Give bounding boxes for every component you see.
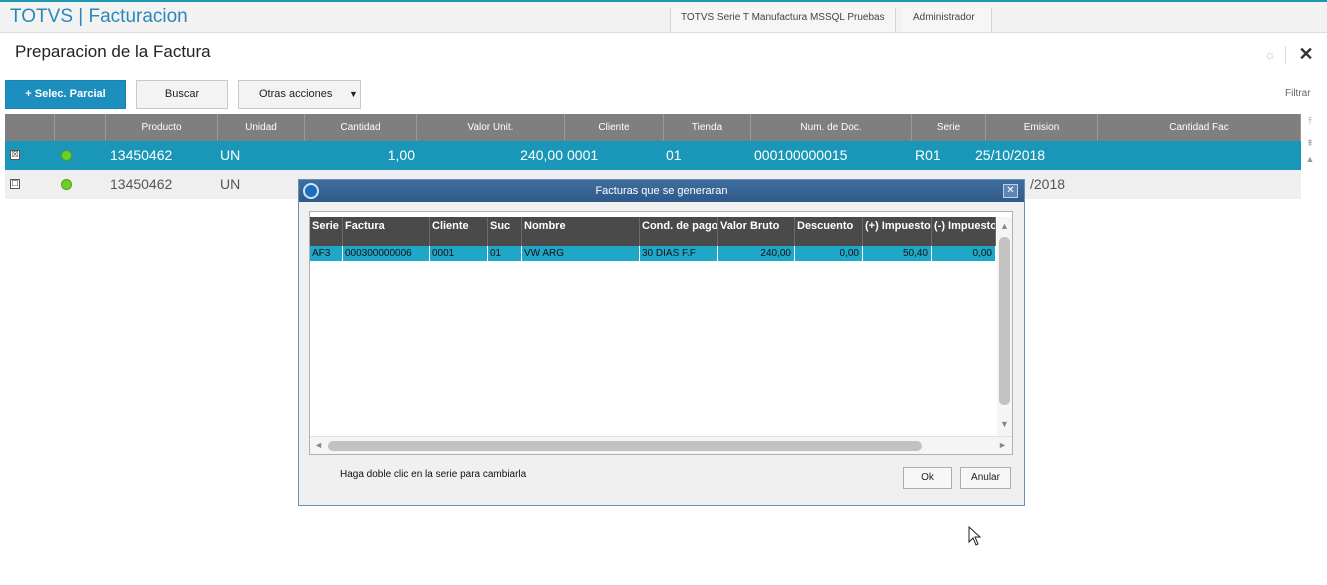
column-header[interactable]: Nombre: [522, 217, 640, 246]
vertical-scrollbar[interactable]: ▲ ▼: [997, 217, 1012, 436]
cell-cantidad: 1,00: [387, 147, 415, 163]
cell-num-doc: 000100000015: [754, 147, 848, 163]
column-header[interactable]: (+) Impuesto: [863, 217, 932, 246]
user-tab[interactable]: Administrador: [903, 8, 992, 32]
dialog-title: Facturas que se generaran: [595, 185, 728, 197]
row-checkbox[interactable]: ☐: [10, 179, 20, 189]
invoices-grid: Serie Factura Cliente Suc Nombre Cond. d…: [309, 211, 1013, 455]
column-header[interactable]: Producto: [106, 114, 218, 141]
cell-factura: 000300000006: [343, 246, 430, 261]
cell-emision: 25/10/2018: [975, 147, 1046, 163]
scroll-up-double-icon[interactable]: ⇞: [1303, 136, 1317, 150]
scroll-top-icon[interactable]: ⤒: [1303, 114, 1317, 128]
scroll-thumb[interactable]: [328, 441, 922, 451]
filter-link[interactable]: Filtrar: [1285, 88, 1311, 99]
table-row[interactable]: ☒ 13450462 UN 1,00 240,00 0001 01 000100…: [5, 141, 1301, 170]
column-header[interactable]: Unidad: [218, 114, 305, 141]
column-header[interactable]: Cantidad Fac: [1098, 114, 1301, 141]
column-header[interactable]: Descuento: [795, 217, 863, 246]
column-header[interactable]: Cliente: [565, 114, 664, 141]
cell-impuesto-menos: 0,00: [932, 246, 996, 261]
cell-emision: /2018: [1030, 176, 1066, 192]
cancel-button[interactable]: Anular: [960, 467, 1011, 489]
column-header[interactable]: Tienda: [664, 114, 751, 141]
cell-serie[interactable]: AF3: [310, 246, 343, 261]
cell-unidad: UN: [220, 147, 241, 163]
scroll-left-icon[interactable]: ◄: [314, 440, 323, 450]
column-header[interactable]: Suc: [488, 217, 522, 246]
other-actions-label: Otras acciones: [259, 88, 333, 100]
cell-suc: 01: [488, 246, 522, 261]
cell-impuesto-mas: 50,40: [863, 246, 932, 261]
page-title: Preparacion de la Factura: [15, 42, 211, 61]
column-header[interactable]: Cond. de pago: [640, 217, 718, 246]
dialog-close-icon[interactable]: ✕: [1003, 184, 1018, 198]
column-status: [55, 114, 106, 141]
cell-valor-bruto: 240,00: [718, 246, 795, 261]
invoice-row[interactable]: AF3 000300000006 0001 01 VW ARG 30 DIAS …: [310, 246, 996, 261]
scroll-right-icon[interactable]: ►: [998, 440, 1007, 450]
cell-nombre: VW ARG: [522, 246, 640, 261]
row-checkbox[interactable]: ☒: [10, 150, 20, 160]
cell-descuento: 0,00: [795, 246, 863, 261]
ok-button[interactable]: Ok: [903, 467, 952, 489]
grid-header: Producto Unidad Cantidad Valor Unit. Cli…: [5, 114, 1301, 141]
mouse-cursor-icon: [968, 526, 982, 546]
column-header[interactable]: Serie: [912, 114, 986, 141]
cell-cliente: 0001: [567, 147, 599, 163]
column-header[interactable]: Valor Bruto: [718, 217, 795, 246]
column-header[interactable]: Factura: [343, 217, 430, 246]
close-icon[interactable]: ✕: [1297, 44, 1315, 64]
status-dot-icon: [61, 179, 72, 190]
column-header[interactable]: Num. de Doc.: [751, 114, 912, 141]
gear-icon[interactable]: ☼: [1263, 48, 1277, 62]
app-title: TOTVS | Facturacion: [10, 6, 188, 27]
column-header[interactable]: Serie: [310, 217, 343, 246]
other-actions-button[interactable]: Otras acciones ▼: [238, 80, 361, 109]
cell-tienda: 01: [666, 147, 682, 163]
partial-select-button[interactable]: + Selec. Parcial: [5, 80, 126, 109]
cell-unidad: UN: [220, 176, 241, 192]
top-accent-line: [0, 0, 1327, 2]
cell-producto: 13450462: [110, 147, 173, 163]
column-check: [5, 114, 55, 141]
column-header[interactable]: Cliente: [430, 217, 488, 246]
chevron-down-icon: ▼: [349, 89, 358, 99]
scroll-up-icon[interactable]: ▲: [1000, 221, 1009, 231]
scroll-down-icon[interactable]: ▼: [1000, 419, 1009, 429]
environment-tab[interactable]: TOTVS Serie T Manufactura MSSQL Pruebas: [670, 8, 896, 32]
horizontal-scrollbar[interactable]: ◄ ►: [310, 436, 1012, 454]
cell-producto: 13450462: [110, 176, 173, 192]
invoices-grid-header: Serie Factura Cliente Suc Nombre Cond. d…: [310, 217, 996, 246]
cell-cliente: 0001: [430, 246, 488, 261]
divider: [1285, 46, 1286, 64]
cell-serie: R01: [915, 147, 941, 163]
column-header[interactable]: Emision: [986, 114, 1098, 141]
dialog-title-bar: Facturas que se generaran: [299, 180, 1024, 202]
search-button[interactable]: Buscar: [136, 80, 228, 109]
grid-scrollbar[interactable]: ⤒ ⇞ ▲: [1303, 114, 1317, 174]
app-logo-icon: [303, 183, 319, 199]
top-bar: [0, 0, 1327, 33]
invoices-dialog: Facturas que se generaran ✕ Serie Factur…: [298, 179, 1025, 506]
scroll-up-icon[interactable]: ▲: [1303, 152, 1317, 166]
status-dot-icon: [61, 150, 72, 161]
dialog-hint: Haga doble clic en la serie para cambiar…: [340, 469, 527, 480]
column-header[interactable]: (-) Impuesto: [932, 217, 996, 246]
cell-valor-unit: 240,00: [520, 147, 563, 163]
cell-cond-pago: 30 DIAS F.F: [640, 246, 718, 261]
scroll-thumb[interactable]: [999, 237, 1010, 405]
column-header[interactable]: Cantidad: [305, 114, 417, 141]
column-header[interactable]: Valor Unit.: [417, 114, 565, 141]
